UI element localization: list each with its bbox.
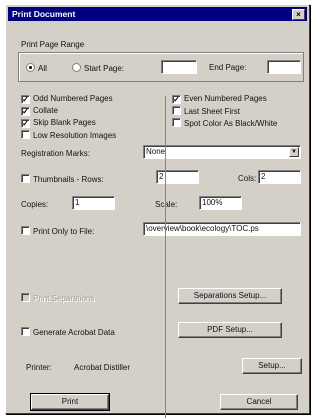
print-to-file-checkbox[interactable]: Print Only to File: <box>21 226 94 236</box>
low-res-checkbox[interactable]: Low Resolution Images <box>21 130 116 140</box>
thumbnails-check[interactable] <box>21 174 30 183</box>
copies-input[interactable]: 1 <box>72 196 115 210</box>
odd-pages-check[interactable]: ✓ <box>21 95 30 104</box>
radio-start-indicator[interactable] <box>72 63 81 72</box>
guide-line <box>165 96 166 418</box>
skip-blank-check[interactable]: ✓ <box>21 119 30 128</box>
print-document-dialog: Print Document × Print Page Range All St… <box>5 4 310 414</box>
close-icon[interactable]: × <box>292 9 305 20</box>
chevron-down-icon[interactable]: ▼ <box>289 147 299 157</box>
registration-marks-label: Registration Marks: <box>21 149 90 158</box>
thumbnails-checkbox[interactable]: Thumbnails - Rows: <box>21 174 104 184</box>
thumbnails-cols-input[interactable]: 2 <box>258 170 301 184</box>
window-title: Print Document <box>12 9 76 19</box>
printer-label: Printer: <box>26 363 52 372</box>
start-page-input[interactable] <box>161 60 197 74</box>
thumbnails-cols-label: Cols: <box>238 174 257 183</box>
radio-all-indicator[interactable] <box>26 63 35 72</box>
skip-blank-checkbox[interactable]: ✓ Skip Blank Pages <box>21 118 96 128</box>
low-res-check[interactable] <box>21 130 30 139</box>
pdf-setup-button[interactable]: PDF Setup... <box>178 322 282 338</box>
spot-color-check[interactable] <box>172 118 181 127</box>
print-separations-label: Print Separations <box>33 294 95 303</box>
spot-color-label: Spot Color As Black/White <box>184 119 278 128</box>
skip-blank-label: Skip Blank Pages <box>33 118 96 127</box>
even-pages-checkbox[interactable]: ✓ Even Numbered Pages <box>172 94 267 104</box>
thumbnails-label: Thumbnails - Rows: <box>33 175 104 184</box>
page-range-label: Print Page Range <box>21 40 85 49</box>
thumbnails-rows-input[interactable]: 2 <box>156 170 199 184</box>
collate-check[interactable]: ✓ <box>21 107 30 116</box>
print-separations-checkbox: Print Separations <box>21 293 94 303</box>
print-to-file-path-input[interactable]: \overview\book\ecology\TOC.ps <box>143 222 301 236</box>
generate-acrobat-check[interactable] <box>21 327 30 336</box>
generate-acrobat-label: Generate Acrobat Data <box>33 328 115 337</box>
registration-marks-value: None <box>146 147 166 156</box>
end-page-label: End Page: <box>209 63 247 72</box>
cancel-button[interactable]: Cancel <box>220 394 298 410</box>
printer-setup-button[interactable]: Setup... <box>242 358 302 374</box>
spot-color-checkbox[interactable]: Spot Color As Black/White <box>172 118 277 128</box>
last-sheet-first-checkbox[interactable]: Last Sheet First <box>172 106 240 116</box>
registration-marks-select[interactable]: None ▼ <box>143 145 301 159</box>
even-pages-label: Even Numbered Pages <box>184 94 267 103</box>
print-to-file-check[interactable] <box>21 226 30 235</box>
even-pages-check[interactable]: ✓ <box>172 95 181 104</box>
start-page-label: Start Page: <box>84 64 125 73</box>
collate-checkbox[interactable]: ✓ Collate <box>21 106 58 116</box>
generate-acrobat-checkbox[interactable]: Generate Acrobat Data <box>21 327 115 337</box>
collate-label: Collate <box>33 106 58 115</box>
copies-label: Copies: <box>21 200 49 209</box>
print-to-file-label: Print Only to File: <box>33 227 95 236</box>
last-sheet-first-check[interactable] <box>172 106 181 115</box>
scale-input[interactable]: 100% <box>199 196 242 210</box>
low-res-label: Low Resolution Images <box>33 131 117 140</box>
last-sheet-first-label: Last Sheet First <box>184 107 241 116</box>
radio-start-page[interactable]: Start Page: <box>72 63 124 73</box>
odd-pages-label: Odd Numbered Pages <box>33 94 113 103</box>
printer-name: Acrobat Distiller <box>74 363 131 372</box>
title-bar: Print Document × <box>8 7 307 21</box>
radio-all[interactable]: All <box>26 63 47 73</box>
separations-setup-button[interactable]: Separations Setup... <box>178 288 282 304</box>
scale-label: Scale: <box>155 200 178 209</box>
print-separations-check <box>21 293 30 302</box>
end-page-input[interactable] <box>267 60 301 74</box>
radio-all-label: All <box>38 64 47 73</box>
odd-pages-checkbox[interactable]: ✓ Odd Numbered Pages <box>21 94 113 104</box>
print-button[interactable]: Print <box>30 393 110 411</box>
